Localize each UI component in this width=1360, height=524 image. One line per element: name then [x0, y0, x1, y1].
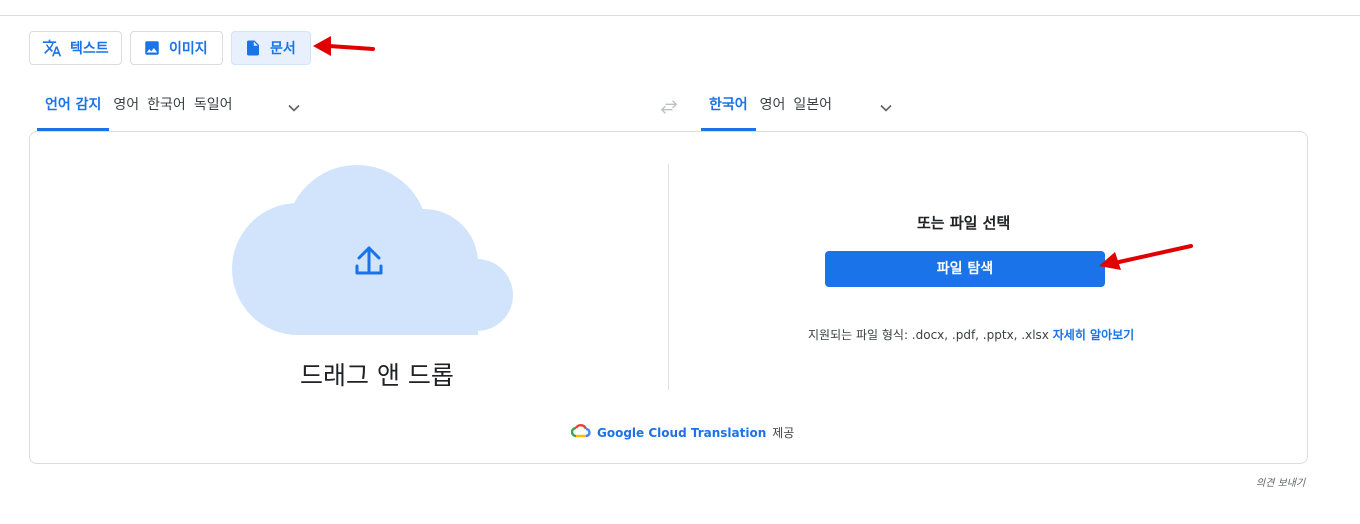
google-cloud-logo-icon	[570, 424, 591, 441]
target-lang-korean[interactable]: 한국어	[701, 86, 756, 131]
tab-image[interactable]: 이미지	[130, 31, 223, 65]
source-lang-korean[interactable]: 한국어	[143, 86, 190, 131]
target-lang-japanese[interactable]: 일본어	[789, 86, 836, 131]
translate-icon	[42, 38, 62, 58]
source-lang-german[interactable]: 독일어	[190, 86, 237, 131]
source-lang-english[interactable]: 영어	[109, 86, 143, 131]
target-language-bar: 한국어 영어 일본어	[701, 86, 836, 132]
annotation-arrow-left	[1099, 244, 1193, 270]
upload-drop-zone[interactable]	[232, 163, 514, 335]
source-language-bar: 언어 감지 영어 한국어 독일어	[37, 86, 236, 132]
learn-more-link[interactable]: 자세히 알아보기	[1053, 328, 1134, 342]
credit-brand[interactable]: Google Cloud Translation	[597, 426, 766, 440]
target-lang-english[interactable]: 영어	[756, 86, 790, 131]
tab-text[interactable]: 텍스트	[29, 31, 122, 65]
tab-document[interactable]: 문서	[231, 31, 311, 65]
annotation-arrow-left	[313, 36, 375, 56]
powered-by-credit: Google Cloud Translation 제공	[570, 424, 795, 441]
browse-files-button[interactable]: 파일 탐색	[825, 251, 1105, 287]
tab-document-label: 문서	[270, 41, 296, 57]
tab-text-label: 텍스트	[70, 41, 109, 57]
source-lang-detect[interactable]: 언어 감지	[37, 86, 110, 131]
credit-suffix: 제공	[772, 426, 795, 440]
supported-formats-text: 지원되는 파일 형식: .docx, .pdf, .pptx, .xlsx	[808, 328, 1049, 342]
chevron-down-icon[interactable]	[876, 98, 896, 118]
tab-image-label: 이미지	[169, 41, 208, 57]
top-divider	[0, 15, 1360, 16]
panel-divider	[668, 164, 669, 390]
chevron-down-icon[interactable]	[284, 98, 304, 118]
send-feedback-link[interactable]: 의견 보내기	[1256, 474, 1305, 489]
or-choose-file-label: 또는 파일 선택	[917, 214, 1011, 232]
swap-languages-icon[interactable]	[658, 98, 680, 116]
document-icon	[244, 39, 262, 57]
image-icon	[143, 39, 161, 57]
drag-and-drop-label: 드래그 앤 드롭	[300, 361, 454, 390]
supported-formats: 지원되는 파일 형식: .docx, .pdf, .pptx, .xlsx 자세…	[808, 326, 1134, 343]
